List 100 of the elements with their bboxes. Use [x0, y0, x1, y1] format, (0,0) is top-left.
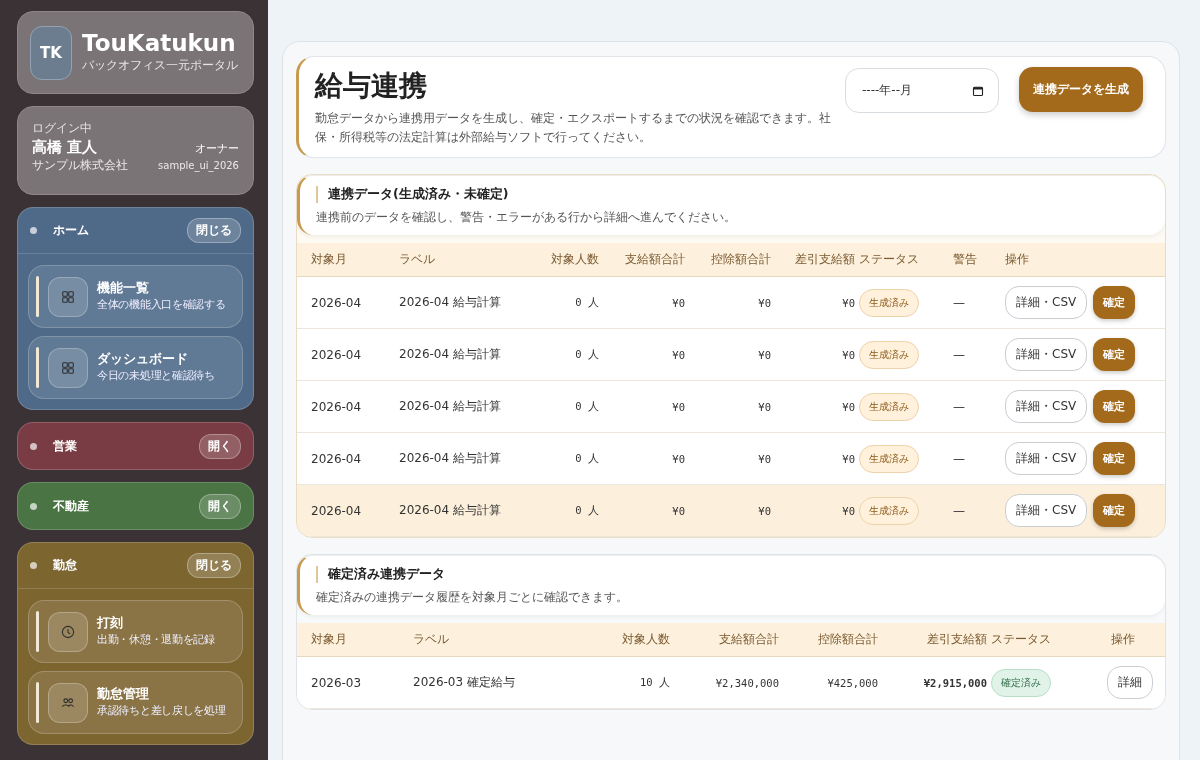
toggle-button[interactable]: 閉じる — [187, 218, 241, 243]
status-badge: 生成済み — [859, 340, 919, 369]
logo-badge: TK — [30, 25, 72, 80]
status-dot — [30, 442, 37, 450]
status-dot — [30, 502, 37, 510]
group-title[interactable]: ホーム — [53, 222, 187, 239]
table-cell: 10 人 — [640, 675, 670, 690]
table-cell: 0 人 — [575, 503, 599, 518]
detail-button[interactable]: 詳細・CSV — [1005, 390, 1088, 424]
group-title[interactable]: 営業 — [53, 437, 199, 455]
section-description: 連携前のデータを確認し、警告・エラーがある行から詳細へ進んでください。 — [316, 209, 737, 227]
detail-button[interactable]: 詳細・CSV — [1005, 338, 1088, 372]
table-cell: 2026-04 給与計算 — [399, 294, 501, 312]
table-cell: ¥2,340,000 — [715, 676, 779, 689]
confirm-button[interactable]: 確定 — [1093, 442, 1136, 476]
table-row[interactable]: 2026-04 2026-04 給与計算 0 人 ¥0 ¥0 ¥0 生成済み — 詳細・CSV 確定 — [297, 485, 1165, 538]
table-cell: 0 人 — [575, 295, 599, 310]
accent-bar — [36, 347, 39, 388]
account-id: sample_ui_2026 — [158, 160, 239, 171]
nav-item-subtitle: 承認待ちと差し戻しを処理 — [97, 703, 226, 719]
table-cell: ¥0 — [672, 348, 685, 361]
app-tagline: バックオフィス一元ポータル — [82, 56, 238, 74]
table-cell: — — [953, 295, 965, 310]
company-name: サンプル株式会社 — [32, 157, 128, 174]
toggle-button[interactable]: 閉じる — [187, 553, 241, 578]
app-name: TouKatukun — [82, 31, 237, 57]
table-cell: ¥0 — [842, 296, 855, 309]
table-cell: 2026-03 — [311, 675, 362, 690]
table-cell: 2026-04 — [311, 295, 362, 310]
table-cell: 0 人 — [575, 399, 599, 414]
table-cell: — — [953, 503, 965, 518]
table-cell: ¥0 — [758, 348, 771, 361]
toggle-button[interactable]: 開く — [199, 433, 241, 459]
detail-button[interactable]: 詳細・CSV — [1005, 494, 1088, 528]
table-cell: ¥0 — [758, 400, 771, 413]
generate-button[interactable]: 連携データを生成 — [1019, 67, 1143, 112]
detail-button[interactable]: 詳細・CSV — [1005, 286, 1088, 320]
detail-button[interactable]: 詳細・CSV — [1005, 442, 1088, 476]
status-badge: 生成済み — [859, 392, 919, 421]
group-title[interactable]: 不動産 — [53, 497, 199, 515]
confirm-button[interactable]: 確定 — [1093, 390, 1136, 424]
column-header: 支給額合計 — [624, 251, 686, 269]
nav-item[interactable]: ダッシュボード 今日の未処理と確認待ち — [28, 336, 243, 399]
user-name: 高橋 直人 — [32, 138, 98, 157]
status-badge: 生成済み — [859, 496, 919, 525]
column-header: 対象人数 — [621, 631, 671, 649]
table-row[interactable]: 2026-04 2026-04 給与計算 0 人 ¥0 ¥0 ¥0 生成済み — 詳細・CSV 確定 — [297, 381, 1165, 434]
column-header: 対象人数 — [550, 251, 600, 269]
section-title: 連携データ(生成済み・未確定) — [328, 186, 509, 204]
table-cell: ¥0 — [672, 504, 685, 517]
month-field[interactable]: ----年--月 — [845, 68, 999, 113]
status-dot — [30, 227, 37, 234]
nav-item-subtitle: 出勤・休憩・退勤を記録 — [97, 632, 215, 648]
column-header: 対象月 — [310, 631, 348, 649]
table-cell: ¥0 — [758, 296, 771, 309]
column-header: 支給額合計 — [718, 631, 780, 649]
column-header: ラベル — [398, 251, 436, 269]
table-cell: ¥0 — [842, 504, 855, 517]
page-title: 給与連携 — [315, 68, 428, 104]
table-row[interactable]: 2026-04 2026-04 給与計算 0 人 ¥0 ¥0 ¥0 生成済み — 詳細・CSV 確定 — [297, 277, 1165, 330]
table-cell: 2026-04 — [311, 347, 362, 362]
section-title: 確定済み連携データ — [328, 566, 445, 584]
table-cell: — — [953, 451, 965, 466]
toggle-button[interactable]: 開く — [199, 493, 241, 519]
group-title[interactable]: 勤怠 — [53, 557, 187, 574]
column-header: 控除額合計 — [710, 251, 772, 269]
accent-bar — [36, 682, 39, 723]
table-row[interactable]: 2026-03 2026-03 確定給与 10 人 ¥2,340,000 ¥425,000 ¥2,915,000 確定済み 詳細 — [297, 657, 1165, 710]
status-badge: 確定済み — [991, 668, 1051, 697]
page-description: 勤怠データから連携用データを生成し、確定・エクスポートするまでの状況を確認できます。社保・所得税等の法定計算は外部給与ソフトで行ってください。 — [315, 110, 832, 147]
confirm-button[interactable]: 確定 — [1093, 338, 1136, 372]
table-cell: ¥0 — [672, 400, 685, 413]
nav-item[interactable]: 打刻 出勤・休憩・退勤を記録 — [28, 600, 243, 663]
table-cell: ¥0 — [842, 348, 855, 361]
table-cell: 0 人 — [575, 451, 599, 466]
nav-item-subtitle: 今日の未処理と確認待ち — [97, 368, 215, 384]
table-cell: 2026-04 給与計算 — [399, 398, 501, 416]
column-header: 操作 — [1110, 631, 1136, 649]
detail-button[interactable]: 詳細 — [1107, 666, 1153, 700]
table-cell: ¥0 — [842, 400, 855, 413]
calendar-icon[interactable] — [972, 84, 984, 97]
table-cell: ¥0 — [758, 452, 771, 465]
accent-bar — [36, 276, 39, 317]
table-row[interactable]: 2026-04 2026-04 給与計算 0 人 ¥0 ¥0 ¥0 生成済み — 詳細・CSV 確定 — [297, 329, 1165, 382]
nav-item-subtitle: 全体の機能入口を確認する — [97, 297, 226, 313]
nav-item-title: 打刻 — [97, 615, 124, 633]
column-header: 差引支給額 — [926, 631, 988, 649]
table-cell: — — [953, 347, 965, 362]
table-cell: 0 人 — [575, 347, 599, 362]
table-cell: ¥0 — [672, 452, 685, 465]
table-row[interactable]: 2026-04 2026-04 給与計算 0 人 ¥0 ¥0 ¥0 生成済み — 詳細・CSV 確定 — [297, 433, 1165, 486]
status-badge: 生成済み — [859, 444, 919, 473]
nav-item[interactable]: 勤怠管理 承認待ちと差し戻しを処理 — [28, 671, 243, 734]
nav-item[interactable]: 機能一覧 全体の機能入口を確認する — [28, 265, 243, 328]
column-header: 差引支給額 — [794, 251, 856, 269]
table-cell: 2026-04 — [311, 399, 362, 414]
column-header: 控除額合計 — [817, 631, 879, 649]
confirm-button[interactable]: 確定 — [1093, 494, 1136, 528]
confirm-button[interactable]: 確定 — [1093, 286, 1136, 320]
column-header: 警告 — [952, 251, 978, 269]
